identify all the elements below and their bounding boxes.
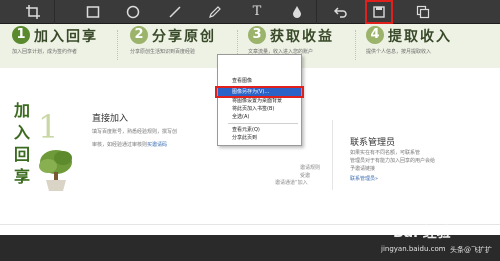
watermark-url: jingyan.baidu.com [381, 245, 446, 253]
watermark-user: 头条@飞扩扩 [450, 246, 492, 254]
ellipse-icon[interactable] [122, 3, 144, 21]
baidu-logo: Bai 经验 [393, 225, 451, 241]
rectangle-icon[interactable] [82, 3, 104, 21]
menu-item-set-background[interactable]: 将图像设置为桌面背景 [218, 97, 301, 105]
buy-code-link[interactable]: 买邀请码 [147, 142, 167, 148]
contact-desc: 如果实在有不同名额，可联系管 [350, 150, 421, 156]
step-title: 加入回享 [34, 29, 98, 45]
save-icon[interactable] [365, 0, 393, 24]
middle-text: 邀请通道“加入 [275, 180, 308, 186]
annotation-toolbar: T [0, 0, 500, 24]
middle-text: 邀请规则 [300, 165, 321, 171]
contact-admin-link[interactable]: 联系管理员» [350, 175, 378, 182]
text-tool-icon[interactable]: T [246, 3, 268, 21]
copy-icon[interactable] [412, 3, 434, 21]
contact-desc: 予邀请链接 [350, 166, 376, 172]
screenshot-editor: T 1 加入回享 加入回享计划，成为签约作者 2 分享原创 分享原创生活知识到百… [0, 0, 500, 261]
step-desc: 加入回享计划，成为签约作者 [12, 49, 78, 55]
step-number: 3 [248, 26, 266, 44]
step-number: 4 [366, 26, 384, 44]
crop-icon[interactable] [22, 3, 44, 21]
step-number: 1 [12, 26, 30, 44]
menu-item-select-all[interactable]: 全选(A) [218, 113, 301, 121]
contact-desc: 管理员对于有能力加入回享的用户会给 [350, 158, 436, 164]
step-desc: 分享原创生活知识到百度经验 [130, 49, 196, 55]
pen-icon[interactable] [204, 3, 226, 21]
side-heading: 加入回享 [13, 101, 30, 186]
step-desc: 提供个人信息，按月提取收入 [366, 49, 432, 55]
plant-image [39, 150, 72, 191]
step-title: 分享原创 [152, 29, 216, 45]
menu-item-share[interactable]: 分享此页到 [218, 134, 301, 142]
middle-text: 受邀 [300, 173, 311, 179]
line-icon[interactable] [164, 3, 186, 21]
menu-item-view-image[interactable]: 查看图像 [218, 77, 301, 85]
context-menu: 查看图像 图像另存为(V)… 将图像设置为桌面背景 将此页加入书签(B) 全选(… [217, 54, 302, 146]
step-title: 提取收入 [388, 29, 452, 45]
step-number: 2 [130, 26, 148, 44]
contact-title: 联系管理员 [350, 138, 396, 148]
step-title: 获取收益 [270, 29, 334, 45]
section-number: 1 [38, 108, 59, 146]
join-desc: 审核，如经验通过审核则买邀请码 [92, 142, 168, 148]
highlight-box [215, 86, 304, 98]
blur-drop-icon[interactable] [286, 3, 308, 21]
join-desc: 填写百度账号，熟悉经验规则，撰写创 [92, 129, 178, 135]
menu-item-bookmark[interactable]: 将此页加入书签(B) [218, 105, 301, 113]
join-title: 直接加入 [92, 114, 129, 124]
undo-icon[interactable] [330, 3, 352, 21]
menu-item-inspect[interactable]: 查看元素(Q) [218, 126, 301, 134]
